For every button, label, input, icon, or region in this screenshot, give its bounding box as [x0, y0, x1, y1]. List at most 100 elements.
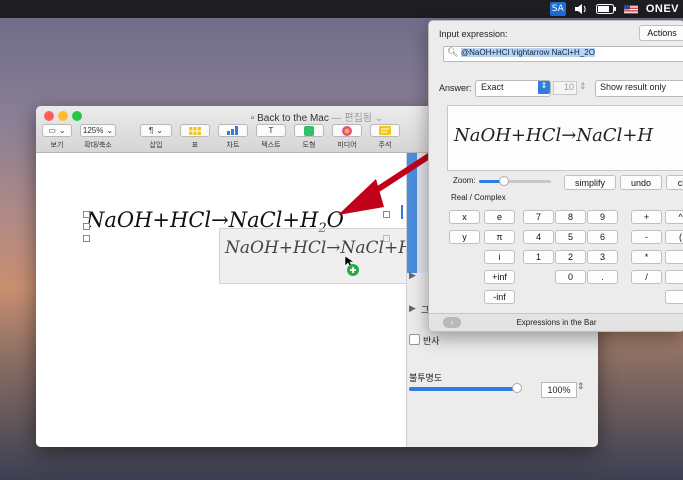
answer-mode-select[interactable]: Exact ⇕ [475, 80, 551, 97]
opacity-slider-fill [409, 387, 517, 391]
toolbar-label: 확대/축소 [84, 142, 112, 149]
chart-icon [227, 126, 238, 135]
precision-stepper-icon[interactable]: ⇕ [579, 81, 587, 92]
text-button[interactable]: T [256, 124, 286, 137]
opacity-field[interactable]: 100% [541, 382, 577, 398]
battery-icon[interactable] [595, 2, 616, 16]
key-3[interactable]: 3 [587, 250, 618, 264]
key-pi[interactable]: π [484, 230, 515, 244]
show-mode-select[interactable]: Show result only [595, 80, 683, 97]
toolbar-label: 텍스트 [261, 142, 281, 149]
table-tool[interactable]: 표 [180, 124, 210, 150]
key-minus-inf[interactable]: -inf [484, 290, 515, 304]
input-label: Input expression: [439, 29, 508, 39]
shape-icon [304, 125, 314, 136]
shape-tool[interactable]: 도형 [294, 124, 324, 150]
zoom-tool[interactable]: 125% ⌄ 확대/축소 [80, 124, 116, 150]
undo-button[interactable]: undo [620, 175, 662, 190]
selection-handle[interactable] [83, 223, 90, 230]
document-title: Back to the Mac [257, 113, 329, 124]
text-tool[interactable]: T 텍스트 [256, 124, 286, 150]
key-i[interactable]: i [484, 250, 515, 264]
status-menu-icon[interactable]: SA [549, 2, 566, 16]
key-dot[interactable]: . [587, 270, 618, 284]
zoom-label: Zoom: [453, 176, 476, 185]
result-equation: NaOH+HCl→NaCl+H [454, 125, 654, 146]
chevron-down-icon: ⌄ [156, 126, 163, 135]
key-equals[interactable] [665, 290, 683, 304]
view-tool[interactable]: ▭ ⌄ 보기 [42, 124, 72, 150]
expression-value: @NaOH+HCl \rightarrow NaCl+H_2O [461, 48, 595, 57]
reflection-checkbox[interactable] [409, 334, 420, 345]
key-y[interactable]: y [449, 230, 480, 244]
key-8[interactable]: 8 [555, 210, 586, 224]
answer-label: Answer: [439, 83, 472, 93]
zoom-select[interactable]: 125% ⌄ [80, 124, 116, 137]
paragraph-icon: ¶ [149, 126, 154, 135]
stepper-icon[interactable]: ⇕ [577, 381, 585, 392]
volume-icon[interactable] [574, 2, 588, 16]
selection-handle[interactable] [83, 211, 90, 218]
key-4[interactable]: 4 [523, 230, 554, 244]
key-6[interactable]: 6 [587, 230, 618, 244]
document-icon: ▫ [250, 113, 255, 124]
menu-bar: SA ONEV [0, 0, 683, 18]
key-2[interactable]: 2 [555, 250, 586, 264]
real-complex-label: Real / Complex [451, 193, 506, 202]
key-power[interactable]: ^ [665, 210, 683, 224]
view-button[interactable]: ▭ ⌄ [42, 124, 72, 137]
key-5[interactable]: 5 [555, 230, 586, 244]
sidebar-icon: ▭ [48, 126, 56, 135]
table-icon [189, 126, 201, 135]
simplify-button[interactable]: simplify [564, 175, 616, 190]
calculator-popup: Input expression: Actions 🔍︎ @NaOH+HCl \… [428, 20, 683, 332]
add-copy-icon [347, 264, 359, 276]
key-7[interactable]: 7 [523, 210, 554, 224]
selection-handle[interactable] [83, 235, 90, 242]
calculator-footer: ‹ Expressions in the Bar [429, 313, 683, 331]
disclosure-triangle-icon[interactable]: ▶ [409, 303, 416, 314]
chart-tool[interactable]: 차트 [218, 124, 248, 150]
zoom-value: 125% [82, 126, 104, 135]
flag-icon[interactable] [623, 2, 638, 16]
zoom-slider-knob[interactable] [499, 176, 509, 186]
precision-field[interactable]: 10 [553, 81, 577, 95]
key-divide[interactable]: / [631, 270, 662, 284]
toolbar-label: 차트 [226, 142, 240, 149]
key-open-paren[interactable]: ( [665, 230, 683, 244]
insert-button[interactable]: ¶ ⌄ [140, 124, 172, 137]
toolbar-label: 보기 [50, 142, 64, 149]
select-arrows-icon: ⇕ [538, 81, 550, 94]
zoom-slider[interactable] [479, 176, 551, 186]
key-plus-inf[interactable]: +inf [484, 270, 515, 284]
key-e[interactable]: e [484, 210, 515, 224]
insert-tool[interactable]: ¶ ⌄ 삽입 [140, 124, 172, 150]
expression-input[interactable]: 🔍︎ @NaOH+HCl \rightarrow NaCl+H_2O [443, 46, 683, 62]
user-name[interactable]: ONEV [646, 2, 679, 16]
shape-button[interactable] [294, 124, 324, 137]
opacity-slider-knob[interactable] [512, 383, 522, 393]
toolbar-label: 도형 [302, 142, 316, 149]
media-icon [342, 125, 352, 136]
disclosure-triangle-icon[interactable]: ▶ [409, 270, 416, 281]
key-9[interactable]: 9 [587, 210, 618, 224]
key-minus[interactable]: - [631, 230, 662, 244]
key-1[interactable]: 1 [523, 250, 554, 264]
key-plus[interactable]: + [631, 210, 662, 224]
actions-button[interactable]: Actions [639, 25, 683, 41]
chart-button[interactable] [218, 124, 248, 137]
key-x[interactable]: x [449, 210, 480, 224]
table-button[interactable] [180, 124, 210, 137]
chevron-down-icon: ⌄ [58, 126, 66, 135]
text-box-icon: T [268, 126, 274, 135]
key-extra-1[interactable] [665, 250, 683, 264]
show-mode-value: Show result only [600, 82, 667, 92]
answer-mode-value: Exact [481, 82, 504, 92]
key-extra-2[interactable] [665, 270, 683, 284]
key-multiply[interactable]: * [631, 250, 662, 264]
chevron-down-icon[interactable]: ⌄ [375, 113, 383, 124]
opacity-slider[interactable] [409, 383, 522, 393]
key-0[interactable]: 0 [555, 270, 586, 284]
drag-preview-equation: NaOH+HCl→NaCl+H2O [225, 238, 434, 260]
clear-button[interactable]: cl [666, 175, 683, 190]
